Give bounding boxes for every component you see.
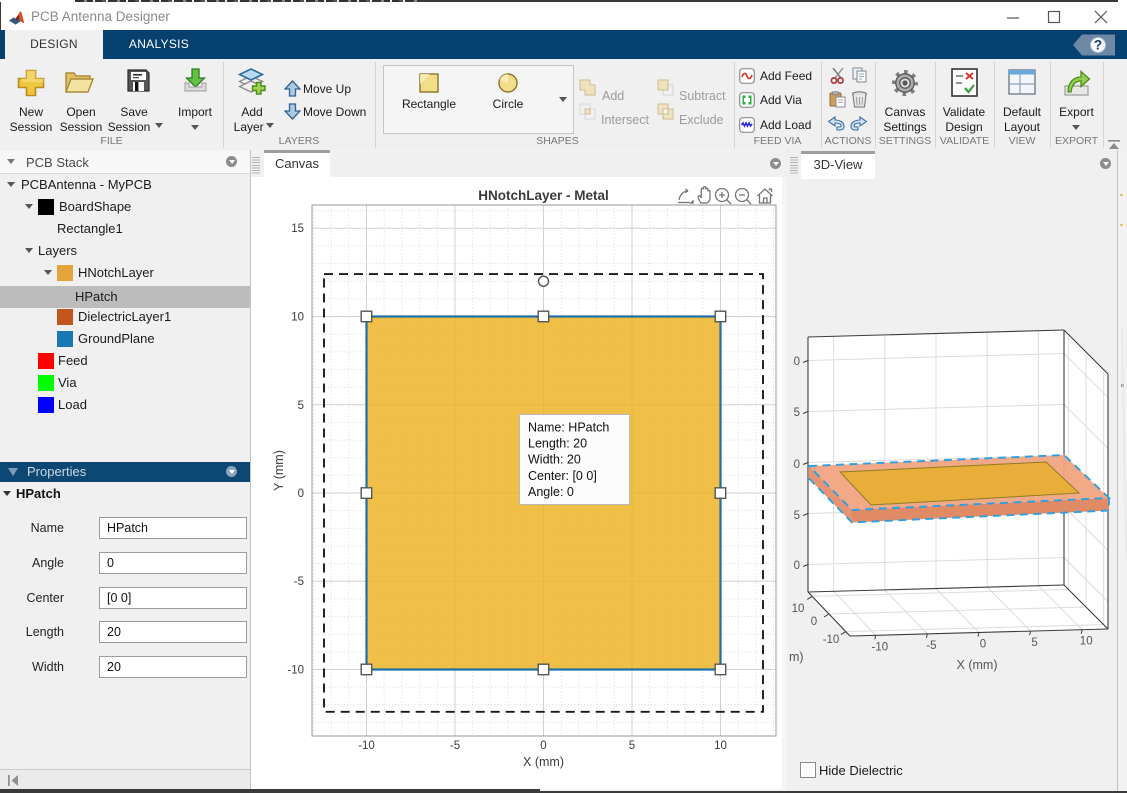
svg-text:5: 5: [1031, 637, 1037, 649]
svg-text:0: 0: [794, 459, 800, 471]
svg-text:Name: HPatch: Name: HPatch: [528, 421, 609, 435]
svg-text:5: 5: [794, 510, 800, 522]
svg-text:?: ?: [1094, 38, 1102, 53]
svg-text:5: 5: [629, 740, 635, 752]
svg-text:-10: -10: [871, 641, 888, 653]
svg-text:m): m): [789, 650, 804, 664]
svg-text:0: 0: [540, 740, 546, 752]
svg-text:-10: -10: [358, 740, 375, 752]
svg-text:10: 10: [714, 740, 727, 752]
svg-text:5: 5: [794, 407, 800, 419]
svg-text:Angle: 0: Angle: 0: [528, 485, 574, 499]
svg-text:-5: -5: [450, 740, 460, 752]
svg-text:5: 5: [298, 400, 304, 412]
svg-text:X (mm): X (mm): [523, 755, 564, 769]
svg-text:-10: -10: [287, 665, 304, 677]
svg-text:15: 15: [291, 223, 304, 235]
svg-text:0: 0: [298, 488, 304, 500]
svg-text:0: 0: [794, 356, 800, 368]
svg-text:Width: 20: Width: 20: [528, 453, 581, 467]
svg-text:10: 10: [291, 312, 304, 324]
svg-text:Y (mm): Y (mm): [272, 450, 286, 491]
svg-text:0: 0: [794, 560, 800, 572]
svg-text:0: 0: [811, 616, 817, 628]
svg-text:-10: -10: [823, 634, 840, 646]
svg-text:10: 10: [792, 603, 805, 615]
svg-text:0: 0: [980, 639, 986, 651]
svg-text:10: 10: [1080, 636, 1093, 648]
svg-text:-5: -5: [294, 576, 304, 588]
svg-text:Length: 20: Length: 20: [528, 437, 587, 451]
svg-text:-5: -5: [926, 640, 936, 652]
svg-text:HNotchLayer - Metal: HNotchLayer - Metal: [478, 188, 609, 203]
svg-text:Center: [0 0]: Center: [0 0]: [528, 469, 597, 483]
svg-text:X (mm): X (mm): [957, 658, 998, 672]
